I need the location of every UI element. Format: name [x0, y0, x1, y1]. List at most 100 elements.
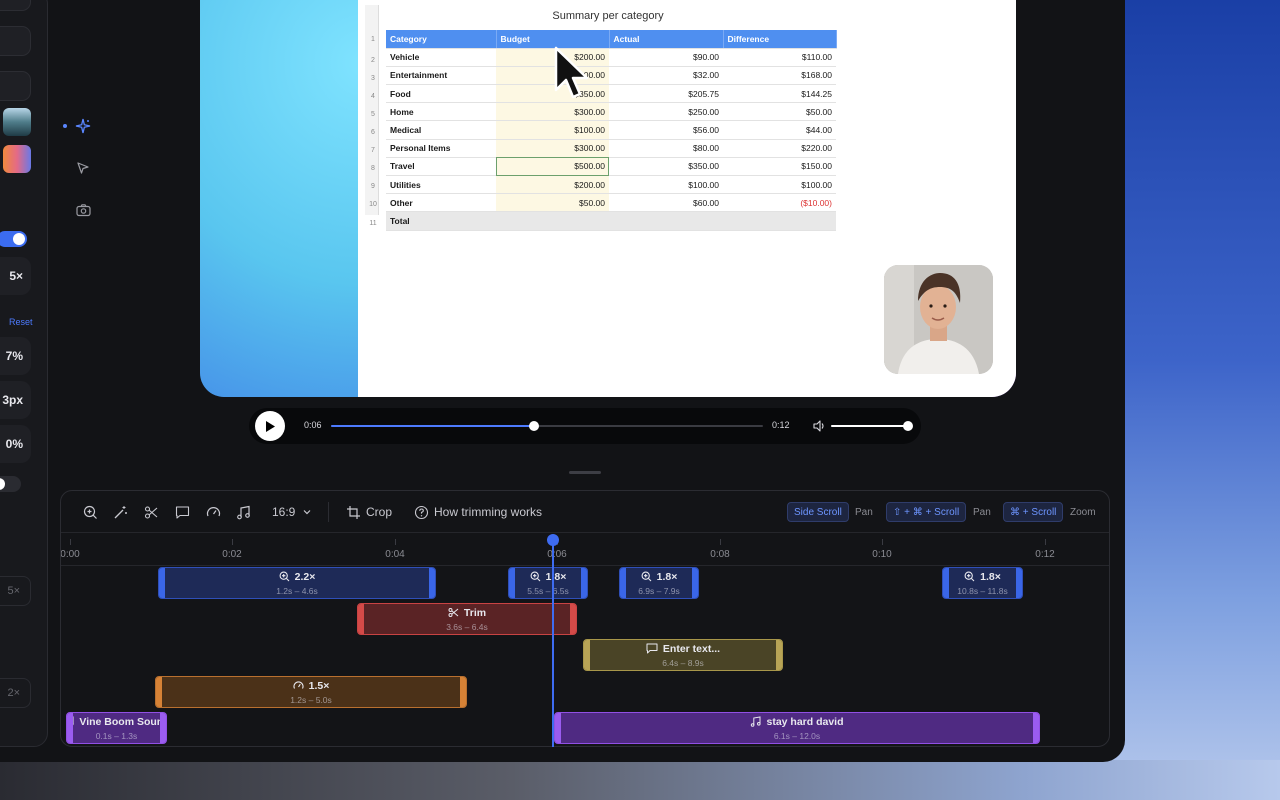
clip-handle-left[interactable]	[156, 677, 162, 707]
crop-button[interactable]: Crop	[366, 505, 392, 519]
sparkle-icon[interactable]	[73, 116, 93, 136]
person-avatar	[884, 265, 993, 374]
camera-icon[interactable]	[73, 200, 93, 220]
zoom-clip[interactable]: 1.8× 5.5s – 6.5s	[508, 567, 588, 599]
clip-handle-left[interactable]	[620, 568, 626, 598]
percent-value-2[interactable]: 0%	[0, 425, 31, 463]
background-thumbnail-gradient[interactable]	[3, 145, 31, 173]
row-number: 2	[371, 57, 375, 64]
clip-handle-left[interactable]	[67, 713, 73, 743]
clip-handle-left[interactable]	[509, 568, 515, 598]
clip-handle-right[interactable]	[429, 568, 435, 598]
settings-field[interactable]	[0, 26, 31, 56]
clip-handle-right[interactable]	[460, 677, 466, 707]
panel-resize-handle[interactable]	[569, 471, 601, 474]
music-note-icon[interactable]	[234, 503, 252, 521]
clip-handle-left[interactable]	[943, 568, 949, 598]
zoom-icon	[964, 571, 975, 582]
category-cell: Medical	[386, 120, 496, 140]
clip-range: 6.1s – 12.0s	[773, 730, 821, 741]
settings-panel: 5× Reset 7% 3px 0% 5× 2×	[0, 0, 48, 747]
zoom-icon	[279, 571, 290, 582]
pixel-value[interactable]: 3px	[0, 381, 31, 419]
mouse-cursor-icon	[554, 46, 589, 99]
zoom-in-icon[interactable]	[81, 503, 99, 521]
time-ruler[interactable]: 0:00 0:02 0:04 0:06 0:08 0:10 0:12	[61, 534, 1109, 566]
background-thumbnail-landscape[interactable]	[3, 108, 31, 136]
zoom-value[interactable]: 5×	[0, 257, 31, 295]
comment-icon[interactable]	[173, 503, 191, 521]
ruler-tick: 0:12	[1035, 549, 1055, 560]
clip-label: Trim	[463, 606, 487, 619]
percent-value[interactable]: 7%	[0, 337, 31, 375]
zoom-clip[interactable]: 2.2× 1.2s – 4.6s	[158, 567, 436, 599]
scrub-handle[interactable]	[529, 421, 540, 431]
clip-label: 1.8×	[656, 570, 678, 583]
scissors-icon[interactable]	[142, 503, 160, 521]
actual-cell: $60.00	[609, 193, 723, 213]
how-trimming-works-link[interactable]: How trimming works	[434, 505, 542, 519]
budget-table: Category Budget Actual Difference Vehicl…	[386, 30, 837, 231]
webcam-overlay[interactable]	[884, 265, 993, 374]
actual-cell: $250.00	[609, 102, 723, 122]
speed-value[interactable]: 5×	[0, 576, 31, 606]
crop-icon[interactable]	[344, 503, 362, 521]
total-label: Total	[386, 211, 496, 231]
table-row: Utilities $200.00 $100.00 $100.00	[386, 175, 836, 195]
settings-field[interactable]	[0, 71, 31, 101]
clip-handle-right[interactable]	[1016, 568, 1022, 598]
reset-link[interactable]: Reset	[9, 317, 33, 327]
help-icon[interactable]	[412, 503, 430, 521]
row-number: 6	[371, 129, 375, 136]
editor-window: 5× Reset 7% 3px 0% 5× 2× Summary per cat…	[0, 0, 1125, 762]
actual-cell: $80.00	[609, 139, 723, 158]
settings-toggle[interactable]	[0, 231, 27, 247]
clip-handle-right[interactable]	[776, 640, 782, 670]
ruler-tick: 0:04	[385, 549, 405, 560]
budget-cell: $300.00	[496, 102, 609, 122]
clip-handle-right[interactable]	[692, 568, 698, 598]
magic-wand-icon[interactable]	[111, 503, 129, 521]
row-number: 10	[369, 201, 377, 208]
clip-handle-left[interactable]	[555, 713, 561, 743]
clip-handle-right[interactable]	[160, 713, 166, 743]
table-row: Vehicle $200.00 $90.00 $110.00	[386, 48, 836, 67]
playhead-handle[interactable]	[547, 534, 559, 546]
aspect-ratio-select[interactable]: 16:9	[272, 505, 295, 519]
speed-clip[interactable]: 1.5× 1.2s – 5.0s	[155, 676, 467, 708]
speed-gauge-icon[interactable]	[204, 503, 222, 521]
clip-handle-right[interactable]	[1033, 713, 1039, 743]
clip-handle-right[interactable]	[570, 604, 576, 634]
settings-field[interactable]	[0, 0, 31, 11]
clip-handle-left[interactable]	[358, 604, 364, 634]
play-button[interactable]	[255, 411, 285, 441]
zoom-icon	[641, 571, 652, 582]
clip-range: 5.5s – 6.5s	[527, 585, 569, 596]
clip-handle-left[interactable]	[584, 640, 590, 670]
budget-cell: $350.00	[496, 84, 609, 104]
zoom-icon	[530, 571, 541, 582]
actual-cell: $90.00	[609, 48, 723, 67]
trim-clip[interactable]: Trim 3.6s – 6.4s	[357, 603, 577, 635]
chevron-down-icon[interactable]	[298, 503, 316, 521]
ruler-tick: 0:02	[222, 549, 242, 560]
clip-handle-left[interactable]	[159, 568, 165, 598]
clip-range: 6.9s – 7.9s	[638, 585, 680, 596]
timeline-toolbar: 16:9 Crop How trimming works Side Scroll…	[61, 491, 1109, 533]
playhead-line[interactable]	[552, 540, 554, 747]
audio-clip[interactable]: Vine Boom Sound 0.1s – 1.3s	[66, 712, 167, 744]
settings-toggle-off[interactable]	[0, 476, 21, 492]
volume-handle[interactable]	[903, 421, 913, 431]
budget-cell: $300.00	[496, 139, 609, 158]
clip-handle-right[interactable]	[581, 568, 587, 598]
audio-clip[interactable]: stay hard david 6.1s – 12.0s	[554, 712, 1040, 744]
text-clip[interactable]: Enter text... 6.4s – 8.9s	[583, 639, 783, 671]
scrub-progress	[331, 425, 535, 427]
volume-icon[interactable]	[812, 419, 826, 438]
speed-value-2[interactable]: 2×	[0, 678, 31, 708]
budget-cell: $100.00	[496, 120, 609, 140]
clip-range: 1.2s – 5.0s	[290, 694, 332, 705]
cursor-icon[interactable]	[73, 158, 93, 178]
zoom-clip[interactable]: 1.8× 6.9s – 7.9s	[619, 567, 699, 599]
zoom-clip[interactable]: 1.8× 10.8s – 11.8s	[942, 567, 1023, 599]
